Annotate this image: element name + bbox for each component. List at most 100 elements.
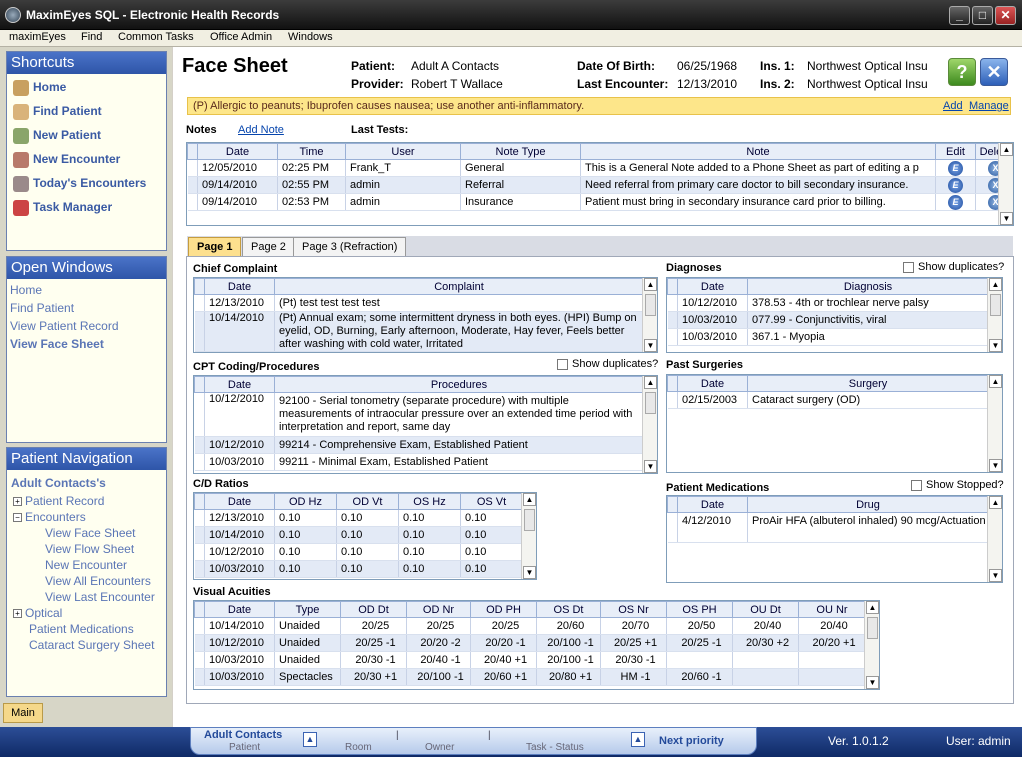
col-surgery[interactable]: Surgery	[747, 375, 989, 392]
checkbox[interactable]	[557, 358, 568, 370]
col-os-hz[interactable]: OS Hz	[398, 493, 461, 510]
col-os-ph[interactable]: OS PH	[666, 601, 733, 618]
up-arrow-icon[interactable]: ▲	[303, 732, 317, 747]
col-complaint[interactable]: Complaint	[274, 278, 644, 295]
table-row[interactable]: 10/03/2010 Unaided 20/30 -1 20/40 -1 20/40 +…	[194, 651, 866, 669]
minimize-button[interactable]: _	[949, 6, 970, 25]
add-note-link[interactable]: Add Note	[238, 124, 284, 136]
chief-scrollbar[interactable]: ▲ ▼	[642, 278, 657, 352]
table-row[interactable]: 09/14/2010 02:53 PM admin Insurance Patient …	[187, 193, 1013, 211]
table-row[interactable]: 12/05/2010 02:25 PM Frank_T General This is …	[187, 159, 1013, 177]
table-row[interactable]: 10/14/2010 (Pt) Annual exam; some intermi…	[194, 311, 644, 352]
next-priority-button[interactable]: Next priority	[659, 735, 724, 747]
surgeries-scrollbar[interactable]: ▲ ▼	[987, 375, 1002, 472]
table-row[interactable]: 10/12/2010 92100 - Serial tonometry (sepa…	[194, 392, 644, 437]
table-row[interactable]: 10/03/2010 077.99 - Conjunctivitis, viral	[667, 311, 989, 329]
col-type[interactable]: Type	[274, 601, 341, 618]
status-patient-name[interactable]: Adult Contacts	[204, 729, 282, 741]
tab-page-3[interactable]: Page 3 (Refraction)	[293, 237, 407, 256]
alert-add-link[interactable]: Add	[943, 100, 963, 112]
shortcut-home[interactable]: Home	[13, 80, 66, 96]
tree-optical[interactable]: + Optical	[13, 606, 62, 620]
col-date[interactable]: Date	[204, 376, 275, 393]
col-od-hz[interactable]: OD Hz	[274, 493, 337, 510]
shortcut-find-patient[interactable]: Find Patient	[13, 104, 102, 120]
shortcut-task-manager[interactable]: Task Manager	[13, 200, 112, 216]
cpt-scrollbar[interactable]: ▲ ▼	[642, 376, 657, 473]
maximize-button[interactable]: □	[972, 6, 993, 25]
table-row[interactable]: 10/03/2010 367.1 - Myopia	[667, 328, 989, 346]
alert-manage-link[interactable]: Manage	[969, 100, 1009, 112]
table-row[interactable]: 10/03/2010 0.10 0.10 0.10 0.10	[194, 560, 523, 578]
col-od-vt[interactable]: OD Vt	[336, 493, 399, 510]
table-row[interactable]: 12/13/2010 0.10 0.10 0.10 0.10	[194, 509, 523, 527]
open-window-view-face-sheet[interactable]: View Face Sheet	[10, 337, 104, 351]
tree-view-face-sheet[interactable]: View Face Sheet	[45, 526, 136, 540]
tree-cataract-surgery-sheet[interactable]: Cataract Surgery Sheet	[29, 638, 154, 652]
edit-icon[interactable]: E	[948, 194, 963, 210]
tree-view-all-encounters[interactable]: View All Encounters	[45, 574, 151, 588]
col-procedures[interactable]: Procedures	[274, 376, 644, 393]
shortcut-new-patient[interactable]: New Patient	[13, 128, 101, 144]
tree-encounters[interactable]: − Encounters	[13, 510, 86, 524]
open-window-find-patient[interactable]: Find Patient	[10, 301, 74, 315]
col-note[interactable]: Note	[580, 143, 936, 160]
table-row[interactable]: 10/12/2010 99214 - Comprehensive Exam, Es…	[194, 436, 644, 454]
close-sheet-icon[interactable]: ✕	[980, 58, 1008, 86]
notes-scrollbar[interactable]: ▲ ▼	[998, 143, 1013, 225]
col-date[interactable]: Date	[204, 278, 275, 295]
table-row[interactable]: 02/15/2003 Cataract surgery (OD)	[667, 391, 989, 409]
table-row[interactable]: 10/12/2010 378.53 - 4th or trochlear nerv…	[667, 294, 989, 312]
collapse-icon[interactable]: −	[13, 513, 22, 523]
table-row[interactable]: 09/14/2010 02:55 PM admin Referral Need refe…	[187, 176, 1013, 194]
medications-scrollbar[interactable]: ▲ ▼	[987, 496, 1002, 582]
tab-page-2[interactable]: Page 2	[242, 237, 295, 256]
col-od-ph[interactable]: OD PH	[470, 601, 537, 618]
col-user[interactable]: User	[345, 143, 461, 160]
col-date[interactable]: Date	[204, 601, 275, 618]
col-od-nr[interactable]: OD Nr	[406, 601, 471, 618]
tree-patient-medications[interactable]: Patient Medications	[29, 622, 134, 636]
va-scrollbar[interactable]: ▲ ▼	[864, 601, 879, 689]
col-date[interactable]: Date	[677, 496, 748, 513]
tree-view-flow-sheet[interactable]: View Flow Sheet	[45, 542, 134, 556]
close-button[interactable]: ✕	[995, 6, 1016, 25]
shortcut-todays-encounters[interactable]: Today's Encounters	[13, 176, 146, 192]
table-row[interactable]: 10/03/2010 Spectacles 20/30 +1 20/100 -1 20/…	[194, 668, 866, 686]
shortcut-new-encounter[interactable]: New Encounter	[13, 152, 120, 168]
col-ou-nr[interactable]: OU Nr	[798, 601, 866, 618]
cpt-show-duplicates[interactable]: Show duplicates?	[557, 358, 658, 370]
checkbox[interactable]	[911, 479, 922, 491]
next-arrow-icon[interactable]: ▲	[631, 732, 645, 747]
col-od-dt[interactable]: OD Dt	[340, 601, 407, 618]
col-diagnosis[interactable]: Diagnosis	[747, 278, 989, 295]
menu-office-admin[interactable]: Office Admin	[210, 31, 272, 43]
patient-name[interactable]: Adult Contacts's	[11, 476, 106, 490]
table-row[interactable]: 10/12/2010 0.10 0.10 0.10 0.10	[194, 543, 523, 561]
col-note-type[interactable]: Note Type	[460, 143, 581, 160]
table-row[interactable]: 4/12/2010 ProAir HFA (albuterol inhaled) …	[667, 512, 989, 543]
edit-icon[interactable]: E	[948, 160, 963, 176]
table-row[interactable]: 10/14/2010 0.10 0.10 0.10 0.10	[194, 526, 523, 544]
medications-show-stopped[interactable]: Show Stopped?	[911, 479, 1004, 491]
menu-common-tasks[interactable]: Common Tasks	[118, 31, 194, 43]
tree-view-last-encounter[interactable]: View Last Encounter	[45, 590, 155, 604]
help-icon[interactable]: ?	[948, 58, 976, 86]
tree-patient-record[interactable]: + Patient Record	[13, 494, 104, 508]
col-time[interactable]: Time	[277, 143, 346, 160]
col-date[interactable]: Date	[677, 375, 748, 392]
open-window-home[interactable]: Home	[10, 283, 42, 297]
table-row[interactable]: 10/14/2010 Unaided 20/25 20/25 20/25 20/60 20/…	[194, 617, 866, 635]
menu-windows[interactable]: Windows	[288, 31, 333, 43]
table-row[interactable]: 10/12/2010 Unaided 20/25 -1 20/20 -2 20/20 -…	[194, 634, 866, 652]
col-date[interactable]: Date	[677, 278, 748, 295]
edit-icon[interactable]: E	[948, 177, 963, 193]
menu-maximeyes[interactable]: maximEyes	[9, 31, 66, 43]
table-row[interactable]: 12/13/2010 (Pt) test test test test	[194, 294, 644, 312]
col-drug[interactable]: Drug	[747, 496, 989, 513]
table-row[interactable]: 10/03/2010 99211 - Minimal Exam, Establis…	[194, 453, 644, 471]
diagnoses-scrollbar[interactable]: ▲ ▼	[987, 278, 1002, 352]
cd-scrollbar[interactable]: ▲ ▼	[521, 493, 536, 579]
expand-icon[interactable]: +	[13, 609, 22, 619]
tab-page-1[interactable]: Page 1	[188, 237, 242, 256]
